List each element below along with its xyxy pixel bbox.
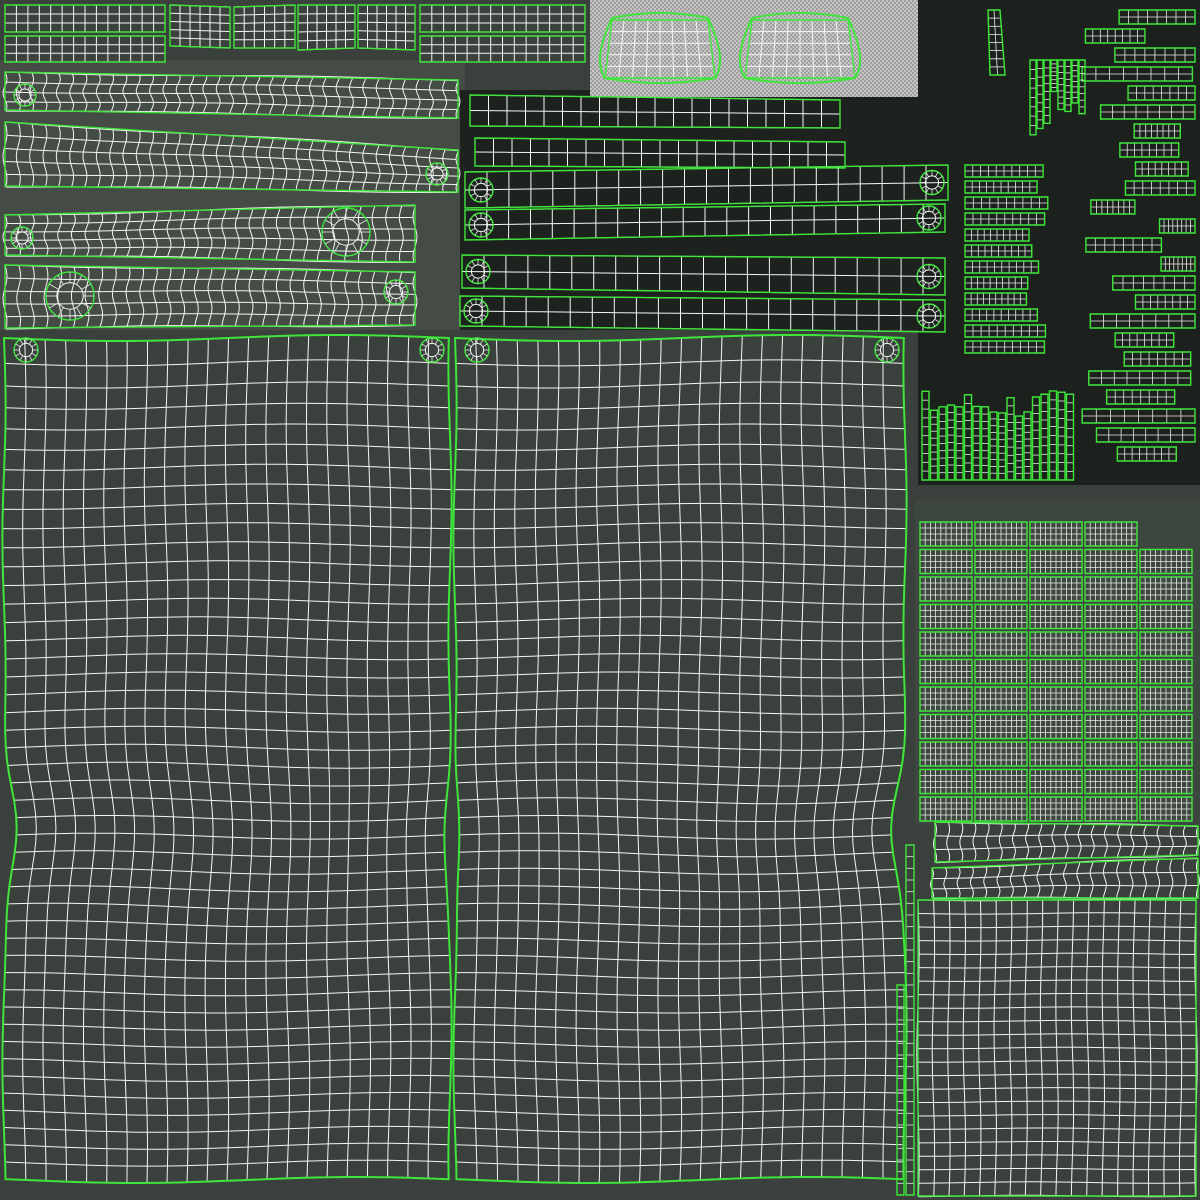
panel-region-upper xyxy=(0,60,465,330)
panel-region-pocket xyxy=(915,500,1200,825)
uv-layout-canvas xyxy=(0,0,1200,1200)
